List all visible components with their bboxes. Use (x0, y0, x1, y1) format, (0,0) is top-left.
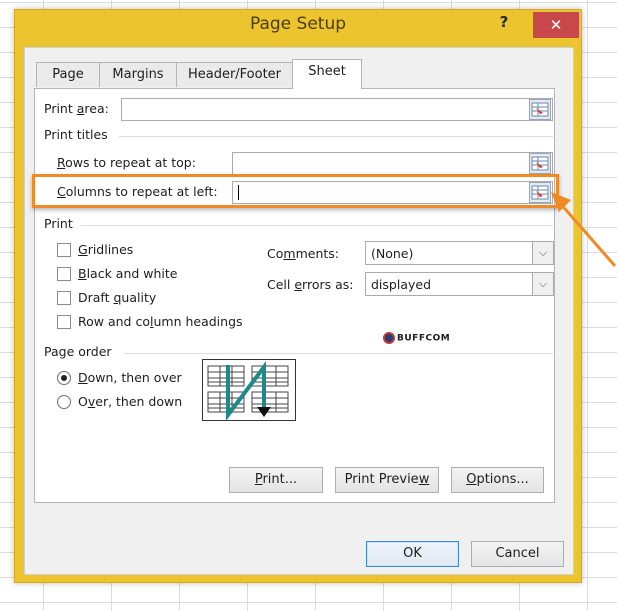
group-divider (124, 353, 553, 354)
tab-page[interactable]: Page (36, 62, 100, 87)
ok-button[interactable]: OK (366, 541, 459, 567)
options-button[interactable]: Options... (451, 467, 544, 493)
print-area-collapse-button[interactable] (529, 99, 551, 120)
black-and-white-checkbox[interactable] (57, 267, 71, 281)
black-and-white-label: Black and white (78, 266, 178, 281)
dialog-client: Page Margins Header/Footer Sheet Print a… (24, 47, 574, 575)
bull-logo-icon (383, 332, 395, 344)
print-area-label: Print area: (44, 101, 109, 116)
cancel-button[interactable]: Cancel (471, 541, 564, 567)
close-button[interactable]: ✕ (533, 12, 579, 38)
text-cursor (238, 185, 239, 200)
cell-errors-label: Cell errors as: (267, 277, 354, 292)
over-then-down-label: Over, then down (78, 394, 183, 409)
comments-select[interactable]: (None) ⌵ (365, 241, 554, 265)
annotation-arrow-icon (551, 192, 617, 267)
tab-header-footer[interactable]: Header/Footer (176, 62, 293, 87)
close-icon: ✕ (549, 16, 563, 34)
down-then-over-radio[interactable] (57, 371, 71, 385)
print-button[interactable]: Print... (229, 467, 323, 493)
help-button[interactable]: ? (493, 13, 515, 35)
sheet-panel: Print area: Print titles Rows to repeat … (34, 88, 555, 503)
range-select-icon (531, 156, 549, 171)
buffcom-watermark: BUFFCOM (383, 332, 450, 344)
print-area-input[interactable] (121, 98, 553, 121)
gridlines-checkbox[interactable] (57, 243, 71, 257)
columns-to-repeat-label: Columns to repeat at left: (57, 184, 218, 199)
rows-to-repeat-input[interactable] (232, 152, 553, 175)
row-column-headings-checkbox[interactable] (57, 315, 71, 329)
comments-label: Comments: (267, 246, 339, 261)
draft-quality-checkbox[interactable] (57, 291, 71, 305)
range-select-icon (531, 102, 549, 117)
row-column-headings-label: Row and column headings (78, 314, 243, 329)
columns-to-repeat-input[interactable] (232, 181, 553, 204)
over-then-down-radio[interactable] (57, 395, 71, 409)
tab-sheet[interactable]: Sheet (292, 59, 362, 89)
comments-value: (None) (371, 246, 414, 261)
page-order-diagram (202, 359, 296, 421)
page-setup-dialog: Page Setup ? ✕ Page Margins Header/Foote… (14, 9, 582, 583)
print-heading: Print (44, 216, 73, 231)
draft-quality-label: Draft quality (78, 290, 157, 305)
down-then-over-label: Down, then over (78, 370, 182, 385)
chevron-down-icon: ⌵ (532, 273, 553, 295)
cell-errors-value: displayed (371, 277, 432, 292)
group-divider (81, 225, 553, 226)
print-preview-button[interactable]: Print Preview (335, 467, 439, 493)
page-order-heading: Page order (44, 344, 112, 359)
rows-collapse-button[interactable] (529, 153, 551, 174)
gridlines-label: Gridlines (78, 242, 134, 257)
rows-to-repeat-label: Rows to repeat at top: (57, 155, 196, 170)
cell-errors-select[interactable]: displayed ⌵ (365, 272, 554, 296)
tab-margins[interactable]: Margins (99, 62, 177, 87)
print-titles-heading: Print titles (44, 127, 108, 142)
group-divider (119, 136, 553, 137)
